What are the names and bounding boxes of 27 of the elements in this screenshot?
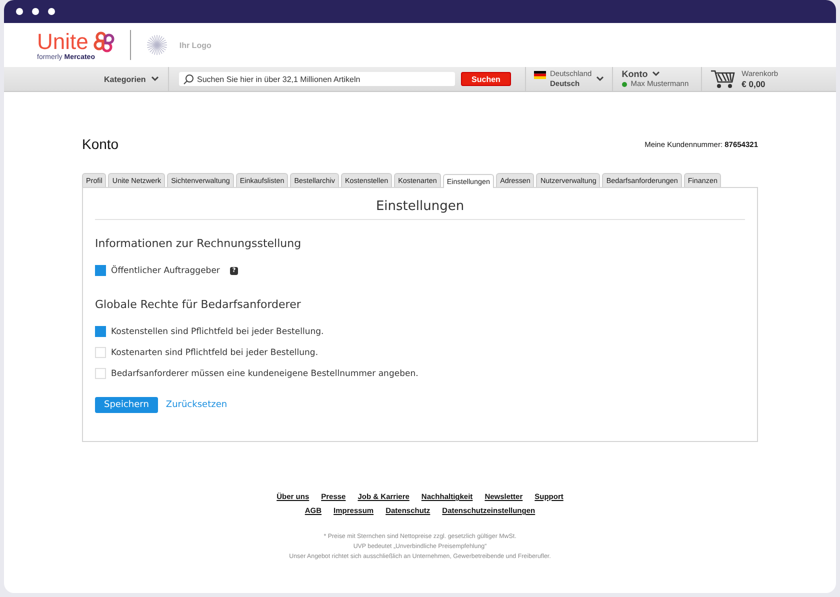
section-heading: Globale Rechte für Bedarfsanforderer	[95, 298, 302, 311]
checkbox-label: Bedarfsanforderer müssen eine kundeneigene Bestellnummer angeben.	[111, 368, 418, 378]
chevron-down-icon	[652, 71, 660, 77]
page-title: Konto	[82, 136, 119, 152]
search-button[interactable]: Suchen	[461, 72, 511, 86]
checkbox-label: Kostenstellen sind Pflichtfeld bei jeder Bestellung.	[111, 326, 324, 336]
window-dot-icon	[32, 8, 39, 15]
chevron-down-icon	[150, 76, 159, 82]
categories-menu[interactable]: Kategorien	[98, 67, 169, 91]
window-dot-icon	[16, 8, 23, 15]
reset-link[interactable]: Zurücksetzen	[166, 400, 228, 410]
brand-logo-icon	[92, 30, 116, 54]
chevron-down-icon	[596, 76, 604, 82]
window-dot-icon	[48, 8, 55, 15]
partner-logo-text: Ihr Logo	[179, 40, 212, 50]
section-heading: Informationen zur Rechnungsstellung	[95, 237, 302, 250]
german-flag-icon	[534, 71, 546, 79]
shopping-cart-icon	[710, 69, 736, 89]
search-field[interactable]: Suchen Sie hier in über 32,1 Millionen Artikeln	[179, 72, 455, 86]
checkbox[interactable]	[95, 326, 106, 337]
brand-logo-text[interactable]: Unite	[37, 30, 88, 52]
checkbox-label: Kostenarten sind Pflichtfeld bei jeder Bestellung.	[111, 348, 318, 358]
sunburst-logo-icon	[145, 33, 170, 57]
account-label: Konto	[622, 69, 648, 79]
panel-title: Einstellungen	[95, 199, 745, 220]
checkbox[interactable]	[95, 265, 106, 276]
checkbox-label: Öffentlicher Auftraggeber	[111, 266, 220, 276]
